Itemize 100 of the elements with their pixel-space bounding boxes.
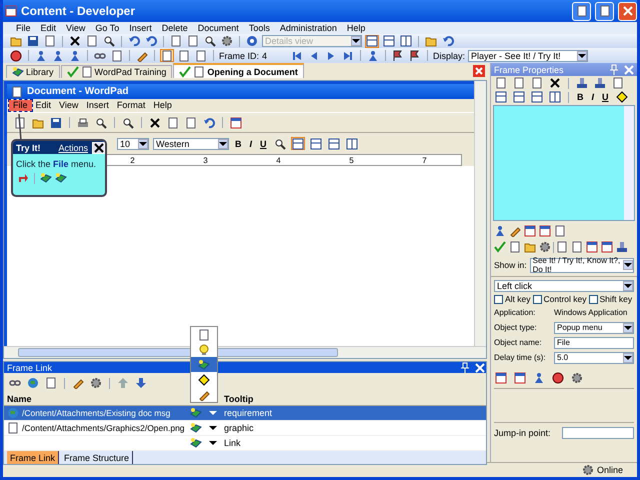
maximize-button[interactable] (595, 2, 614, 20)
input-field[interactable] (562, 427, 634, 439)
font-size-dropdown[interactable]: 10 (117, 138, 149, 150)
window-icon (495, 372, 507, 384)
toolbar-button[interactable] (615, 240, 629, 254)
toolbar-button[interactable] (308, 137, 323, 150)
checkbox[interactable] (494, 294, 503, 304)
toolbar-button[interactable] (494, 90, 508, 104)
horizontal-scrollbar[interactable] (4, 346, 486, 358)
toolbar-button[interactable] (538, 240, 552, 254)
toolbar-button[interactable] (326, 137, 341, 150)
toolbar-button[interactable] (530, 90, 544, 104)
checkbox[interactable] (588, 294, 598, 304)
toolbar-button[interactable] (68, 34, 82, 48)
page-icon (178, 50, 190, 62)
toolbar-button[interactable] (382, 34, 396, 48)
toolbar-button[interactable] (548, 90, 562, 104)
toolbar-button[interactable] (593, 76, 607, 90)
checkbox[interactable] (532, 294, 542, 304)
toolbar-button[interactable] (102, 34, 116, 48)
vertical-scrollbar[interactable] (474, 81, 486, 346)
format-button[interactable]: B (233, 138, 244, 148)
minimize-button[interactable] (572, 2, 591, 20)
menu-item[interactable]: Tools (246, 22, 277, 34)
page-icon (86, 35, 98, 47)
menu-item[interactable]: Edit (32, 100, 56, 111)
toolbar-button[interactable] (26, 34, 40, 48)
tab[interactable]: WordPad Training (60, 65, 172, 78)
close-button[interactable] (92, 142, 105, 154)
display-label: Display: (433, 50, 466, 60)
toolbar-button[interactable] (49, 116, 63, 129)
actions-link[interactable]: Actions (58, 142, 88, 152)
columns-icon (346, 138, 358, 150)
field-dropdown[interactable]: Popup menu (554, 322, 634, 334)
tab[interactable]: Library (6, 65, 60, 78)
up-arrow-icon (117, 377, 129, 389)
page-icon (554, 225, 566, 237)
undo-icon (128, 35, 140, 47)
menu-item[interactable] (191, 357, 217, 372)
format-button[interactable]: I (248, 138, 254, 148)
toolbar-button[interactable] (512, 90, 526, 104)
tab[interactable]: Opening a Document (173, 63, 304, 78)
format-button[interactable]: U (258, 138, 269, 148)
table-row[interactable]: /Content/Attachments/Existing doc msg requirement (4, 406, 486, 421)
menu-item[interactable]: Document (194, 22, 246, 34)
close-icon (149, 116, 161, 128)
toolbar-button[interactable] (94, 116, 108, 129)
toolbar-button[interactable] (614, 90, 629, 104)
menu-item[interactable]: Format (112, 100, 150, 111)
toolbar-button[interactable] (89, 376, 103, 390)
format-button[interactable]: U (600, 92, 611, 102)
menu-item[interactable]: Insert (126, 22, 159, 34)
toolbar-button[interactable] (551, 371, 565, 384)
tab[interactable]: Frame Link (7, 451, 60, 464)
action-dropdown[interactable]: Left click (494, 280, 634, 292)
input-field[interactable]: File (554, 336, 634, 348)
toolbar-button[interactable] (365, 34, 379, 48)
toolbar-button[interactable] (203, 34, 217, 48)
toolbar-button[interactable] (148, 116, 162, 129)
warning-icon (616, 91, 628, 103)
table-row[interactable]: /Content/Attachments/Graphics2/Open.png graphic (4, 421, 486, 436)
person-icon (69, 50, 81, 62)
gear-icon (539, 241, 551, 253)
menu-item[interactable]: Edit (38, 22, 64, 34)
menu-item[interactable]: Go To (92, 22, 126, 34)
toolbar-button[interactable] (9, 49, 23, 62)
menu-item[interactable]: File (9, 100, 32, 111)
field-label: Object name: (494, 338, 543, 347)
vertical-scrollbar[interactable] (624, 106, 634, 220)
display-dropdown[interactable]: Player - See It! / Try It! (468, 50, 588, 62)
font-icon (576, 77, 588, 89)
format-button[interactable]: B (575, 92, 586, 102)
toolbar-button[interactable] (76, 116, 90, 129)
tab[interactable]: Frame Structure (61, 451, 134, 464)
toolbar-button[interactable] (121, 116, 135, 129)
field-dropdown[interactable]: 5.0 (554, 352, 634, 364)
toolbar-button[interactable] (575, 76, 589, 90)
gear-icon (571, 372, 583, 384)
toolbar-button[interactable] (220, 34, 234, 48)
menu-item[interactable]: Help (344, 22, 372, 34)
toolbar-button[interactable] (570, 371, 584, 384)
menu-item[interactable]: View (63, 22, 92, 34)
toolbar-button[interactable] (290, 137, 305, 150)
menu-item[interactable]: Administration (276, 22, 344, 34)
checkbox-label: Control key (544, 294, 587, 304)
menu-item[interactable]: Help (149, 100, 176, 111)
menu-item[interactable]: Insert (82, 100, 113, 111)
toolbar-button[interactable] (399, 34, 413, 48)
format-button[interactable]: I (590, 92, 596, 102)
toolbar-button[interactable] (548, 76, 562, 90)
toolbar-button[interactable] (344, 137, 359, 150)
menu-item[interactable]: Delete (158, 22, 195, 34)
script-dropdown[interactable]: Western (153, 138, 229, 150)
close-icon (69, 35, 81, 47)
toolbar-button[interactable] (272, 137, 287, 150)
show-in-dropdown[interactable]: See It! / Try It!, Know It?, Do It! (530, 258, 634, 272)
page-icon (187, 35, 199, 47)
table-cell: Link (224, 438, 241, 448)
menu-item[interactable]: File (13, 22, 38, 34)
menu-item[interactable]: View (55, 100, 82, 111)
